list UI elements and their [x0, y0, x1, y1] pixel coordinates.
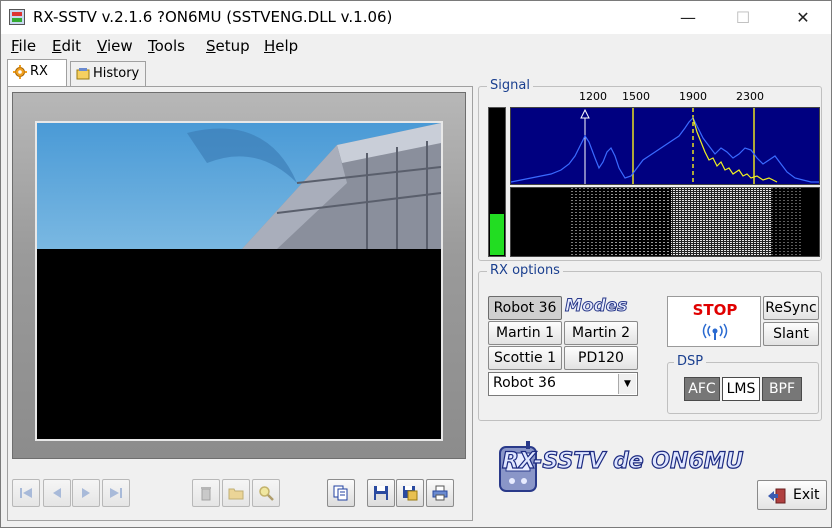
stop-button[interactable]: STOP [667, 296, 761, 347]
next-icon [82, 488, 90, 498]
folder-icon [228, 488, 244, 500]
save-button[interactable] [367, 479, 395, 507]
title-bar: RX-SSTV v.2.1.6 ?ON6MU (SSTVENG.DLL v.1.… [1, 1, 831, 34]
dsp-label: DSP [674, 354, 707, 369]
magnifier-icon [259, 486, 274, 501]
mode-scottie1-button[interactable]: Scottie 1 [488, 346, 562, 370]
antenna-icon [702, 323, 728, 340]
bpf-toggle[interactable]: BPF [762, 377, 802, 401]
trash-icon [201, 487, 211, 501]
save-as-button[interactable] [396, 479, 424, 507]
lms-toggle[interactable]: LMS [722, 377, 760, 401]
exit-door-icon [768, 488, 786, 504]
afc-toggle[interactable]: AFC [684, 377, 720, 401]
skip-first-icon [20, 488, 32, 498]
mode-pd120-button[interactable]: PD120 [564, 346, 638, 370]
waterfall-display [510, 187, 820, 257]
previous-image-button[interactable] [43, 479, 71, 507]
window-title: RX-SSTV v.2.1.6 ?ON6MU (SSTVENG.DLL v.1.… [33, 8, 393, 26]
freq-tick-2300: 2300 [736, 90, 764, 103]
print-button[interactable] [426, 479, 454, 507]
mode-robot36-button[interactable]: Robot 36 [488, 296, 562, 320]
exit-label: Exit [793, 487, 820, 503]
menu-setup[interactable]: Setup [206, 37, 250, 55]
freq-tick-1900: 1900 [679, 90, 707, 103]
close-button[interactable]: ✕ [780, 1, 826, 34]
menu-tools[interactable]: Tools [148, 37, 185, 55]
mode-martin2-button[interactable]: Martin 2 [564, 321, 638, 345]
tab-history[interactable]: History [70, 61, 146, 86]
previous-icon [53, 488, 61, 498]
skip-last-icon [110, 488, 122, 498]
copy-icon [333, 485, 348, 501]
signal-level-meter [488, 107, 506, 257]
brand-text: RX-SSTV de ON6MU [501, 448, 744, 474]
printer-icon [432, 485, 448, 501]
tab-rx[interactable]: RX [7, 59, 67, 86]
next-image-button[interactable] [72, 479, 100, 507]
received-image [35, 121, 443, 441]
spectrum-display[interactable] [510, 107, 820, 185]
mode-select[interactable]: Robot 36 ▼ [488, 372, 638, 396]
tab-rx-label: RX [30, 64, 48, 79]
history-icon [76, 68, 90, 80]
brand-logo: RX-SSTV de ON6MU [496, 437, 746, 493]
menu-file[interactable]: File [11, 37, 36, 55]
freq-tick-1500: 1500 [622, 90, 650, 103]
tab-history-label: History [93, 66, 140, 81]
menu-bar: File Edit View Tools Setup Help [1, 34, 831, 58]
signal-group-label: Signal [487, 78, 533, 93]
zoom-button[interactable] [252, 479, 280, 507]
mode-martin1-button[interactable]: Martin 1 [488, 321, 562, 345]
resync-button[interactable]: ReSync [763, 296, 819, 320]
mode-select-value: Robot 36 [493, 375, 556, 391]
delete-image-button[interactable] [192, 479, 220, 507]
freq-tick-1200: 1200 [579, 90, 607, 103]
first-image-button[interactable] [12, 479, 40, 507]
slant-button[interactable]: Slant [763, 322, 819, 346]
stop-label: STOP [692, 301, 738, 319]
app-window: RX-SSTV v.2.1.6 ?ON6MU (SSTVENG.DLL v.1.… [0, 0, 832, 528]
floppy-icon [374, 486, 388, 500]
minimize-button[interactable]: — [665, 1, 711, 34]
signal-group: Signal 1200 1500 1900 2300 [478, 78, 822, 261]
gear-icon [13, 65, 27, 79]
menu-edit[interactable]: Edit [52, 37, 81, 55]
rx-options-group: RX options Robot 36 Modes Martin 1 Marti… [478, 263, 822, 421]
maximize-button[interactable]: ☐ [720, 1, 766, 34]
dsp-group: DSP AFC LMS BPF [667, 354, 819, 414]
copy-button[interactable] [327, 479, 355, 507]
exit-button[interactable]: Exit [757, 480, 827, 510]
menu-view[interactable]: View [97, 37, 133, 55]
rx-image-panel [7, 86, 473, 521]
save-as-icon [403, 486, 418, 501]
chevron-down-icon[interactable]: ▼ [618, 374, 636, 394]
app-icon[interactable] [9, 9, 25, 25]
last-image-button[interactable] [102, 479, 130, 507]
image-frame [12, 92, 466, 459]
menu-help[interactable]: Help [264, 37, 298, 55]
signal-level-fill [490, 214, 504, 255]
modes-logo: Modes [564, 296, 628, 317]
rx-options-label: RX options [487, 263, 563, 278]
open-folder-button[interactable] [222, 479, 250, 507]
